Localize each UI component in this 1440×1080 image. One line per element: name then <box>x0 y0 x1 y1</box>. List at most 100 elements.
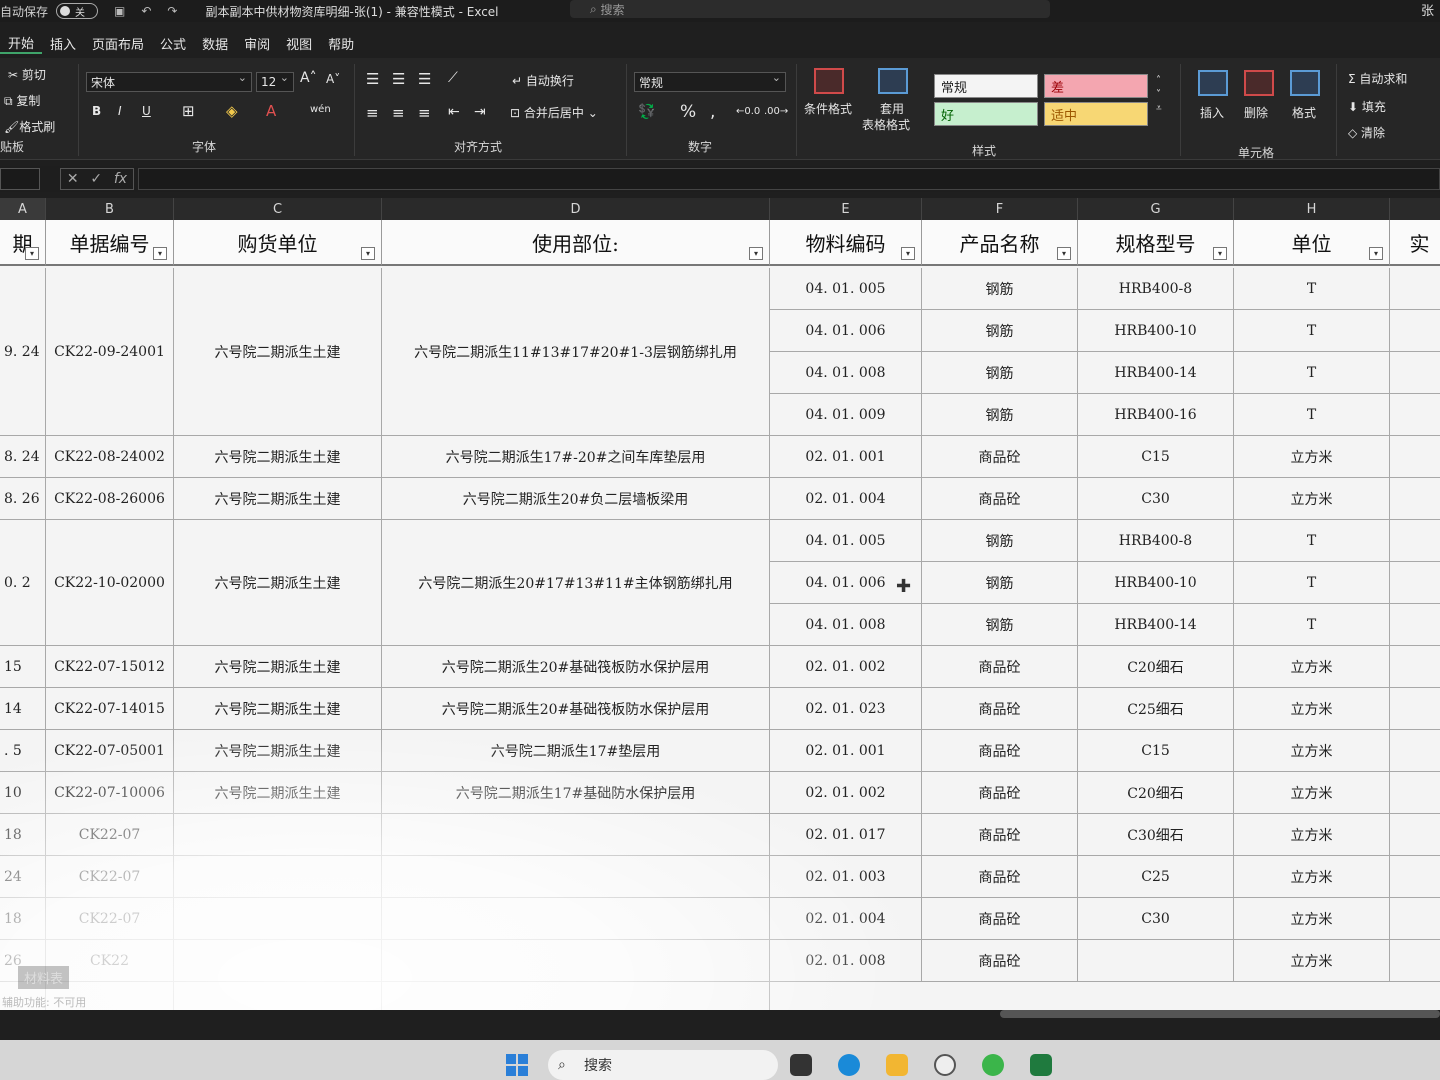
cell-unit[interactable]: 立方米 <box>1234 730 1390 772</box>
header-date[interactable]: 期 ▾ <box>0 220 46 266</box>
cell-spec[interactable]: HRB400-16 <box>1078 394 1234 436</box>
cell-buyer[interactable] <box>174 856 382 898</box>
cell-date[interactable]: 15 <box>0 646 46 688</box>
border-icon[interactable]: ⊞ <box>182 102 195 120</box>
cell-unit[interactable]: T <box>1234 520 1390 562</box>
cell-buyer[interactable]: 六号院二期派生土建 <box>174 520 382 646</box>
cell-code[interactable]: 02. 01. 008 <box>770 940 922 982</box>
cell-name[interactable]: 商品砼 <box>922 814 1078 856</box>
column-letter-h[interactable]: H <box>1234 198 1390 220</box>
cell-name[interactable]: 钢筋 <box>922 604 1078 646</box>
autosum-button[interactable]: Σ 自动求和 <box>1348 70 1407 87</box>
cell-buyer[interactable]: 六号院二期派生土建 <box>174 646 382 688</box>
cell-actual[interactable] <box>1390 562 1440 604</box>
delete-cells-label[interactable]: 删除 <box>1244 104 1268 121</box>
filter-dropdown-icon[interactable]: ▾ <box>361 247 375 260</box>
column-letter-a[interactable]: A <box>0 198 46 220</box>
decrease-decimal-icon[interactable]: .00→ <box>764 106 788 117</box>
copy-button[interactable]: ⧉ 复制 <box>4 92 40 109</box>
cell-code[interactable]: 04. 01. 005 <box>770 268 922 310</box>
title-search-box[interactable]: ⌕ 搜索 <box>570 0 1050 18</box>
cell-doc[interactable]: CK22-07-14015 <box>46 688 174 730</box>
cell-doc[interactable]: CK22-07 <box>46 856 174 898</box>
tab-formulas[interactable]: 公式 <box>152 34 194 53</box>
cell-code[interactable]: 02. 01. 023 <box>770 688 922 730</box>
header-spec[interactable]: 规格型号 ▾ <box>1078 220 1234 266</box>
cell-actual[interactable] <box>1390 604 1440 646</box>
cell-actual[interactable] <box>1390 814 1440 856</box>
fill-button[interactable]: ⬇ 填充 <box>1348 98 1386 115</box>
cell-spec[interactable]: C25 <box>1078 856 1234 898</box>
cell-code[interactable]: 04. 01. 005 <box>770 520 922 562</box>
tab-view[interactable]: 视图 <box>278 34 320 53</box>
cell-name[interactable]: 钢筋 <box>922 352 1078 394</box>
cell-date[interactable]: 24 <box>0 856 46 898</box>
cell-spec[interactable]: HRB400-14 <box>1078 352 1234 394</box>
format-as-table-label-1[interactable]: 套用 <box>880 100 904 117</box>
format-as-table-label-2[interactable]: 表格格式 <box>862 116 910 133</box>
increase-indent-icon[interactable]: ⇥ <box>474 104 486 120</box>
filter-dropdown-icon[interactable]: ▾ <box>901 247 915 260</box>
align-right-icon[interactable]: ≡ <box>418 104 431 122</box>
tab-home[interactable]: 开始 <box>0 33 43 54</box>
undo-icon[interactable]: ↶ <box>141 4 151 18</box>
taskbar-search[interactable]: ⌕ 搜索 <box>548 1050 778 1080</box>
style-normal[interactable]: 常规 <box>934 74 1038 98</box>
cell-unit[interactable]: 立方米 <box>1234 646 1390 688</box>
cell-unit[interactable]: 立方米 <box>1234 436 1390 478</box>
styles-scroll-icon[interactable]: ˄ ˅ ⩡ <box>1156 74 1162 116</box>
cell-unit[interactable]: 立方米 <box>1234 478 1390 520</box>
cell-location[interactable]: 六号院二期派生17#基础防水保护层用 <box>382 772 770 814</box>
cell-buyer[interactable]: 六号院二期派生土建 <box>174 268 382 436</box>
cell-name[interactable]: 商品砼 <box>922 898 1078 940</box>
cell-location[interactable] <box>382 856 770 898</box>
header-doc-number[interactable]: 单据编号 ▾ <box>46 220 174 266</box>
filter-dropdown-icon[interactable]: ▾ <box>25 247 39 260</box>
cell-code[interactable]: 04. 01. 008 <box>770 352 922 394</box>
cell-doc[interactable]: CK22-10-02000 <box>46 520 174 646</box>
cell-actual[interactable] <box>1390 940 1440 982</box>
underline-icon[interactable]: U <box>142 104 151 118</box>
bold-icon[interactable]: B <box>92 104 101 118</box>
cell-name[interactable]: 商品砼 <box>922 772 1078 814</box>
header-actual[interactable]: 实 <box>1390 220 1440 266</box>
column-letter-g[interactable]: G <box>1078 198 1234 220</box>
sheet-tab-materials[interactable]: 材料表 <box>18 966 70 989</box>
cell-spec[interactable]: C20细石 <box>1078 646 1234 688</box>
cut-button[interactable]: ✂ 剪切 <box>8 66 46 83</box>
app-icon[interactable] <box>934 1054 956 1076</box>
cell-spec[interactable]: HRB400-14 <box>1078 604 1234 646</box>
column-letter-f[interactable]: F <box>922 198 1078 220</box>
cell-actual[interactable] <box>1390 310 1440 352</box>
cell-unit[interactable]: T <box>1234 352 1390 394</box>
cell-location[interactable]: 六号院二期派生20#负二层墙板梁用 <box>382 478 770 520</box>
column-letter-c[interactable]: C <box>174 198 382 220</box>
font-color-icon[interactable]: A <box>266 102 276 120</box>
cell-actual[interactable] <box>1390 856 1440 898</box>
cell-name[interactable]: 商品砼 <box>922 730 1078 772</box>
confirm-icon[interactable]: ✓ <box>90 171 102 187</box>
header-product-name[interactable]: 产品名称 ▾ <box>922 220 1078 266</box>
filter-dropdown-icon[interactable]: ▾ <box>1369 247 1383 260</box>
cell-actual[interactable] <box>1390 772 1440 814</box>
align-top-icon[interactable]: ☰ <box>366 70 379 88</box>
cell-unit[interactable]: T <box>1234 310 1390 352</box>
cell-buyer[interactable]: 六号院二期派生土建 <box>174 772 382 814</box>
cell-unit[interactable]: 立方米 <box>1234 898 1390 940</box>
cell-unit[interactable]: 立方米 <box>1234 688 1390 730</box>
cell-doc[interactable]: CK22-07-15012 <box>46 646 174 688</box>
cancel-icon[interactable]: ✕ <box>67 171 79 187</box>
format-painter-button[interactable]: 🖌格式刷 <box>4 118 55 135</box>
cell-location[interactable]: 六号院二期派生17#-20#之间车库垫层用 <box>382 436 770 478</box>
cell-spec[interactable]: C15 <box>1078 730 1234 772</box>
cell-spec[interactable]: HRB400-10 <box>1078 310 1234 352</box>
percent-icon[interactable]: % <box>680 102 696 122</box>
cell-code[interactable]: 02. 01. 004 <box>770 478 922 520</box>
cell-spec[interactable]: C20细石 <box>1078 772 1234 814</box>
app-icon[interactable] <box>790 1054 812 1076</box>
delete-cells-icon[interactable] <box>1244 70 1274 96</box>
format-cells-label[interactable]: 格式 <box>1292 104 1316 121</box>
cell-spec[interactable]: HRB400-8 <box>1078 520 1234 562</box>
cell-buyer[interactable]: 六号院二期派生土建 <box>174 730 382 772</box>
number-format-select[interactable]: 常规 <box>634 71 786 92</box>
